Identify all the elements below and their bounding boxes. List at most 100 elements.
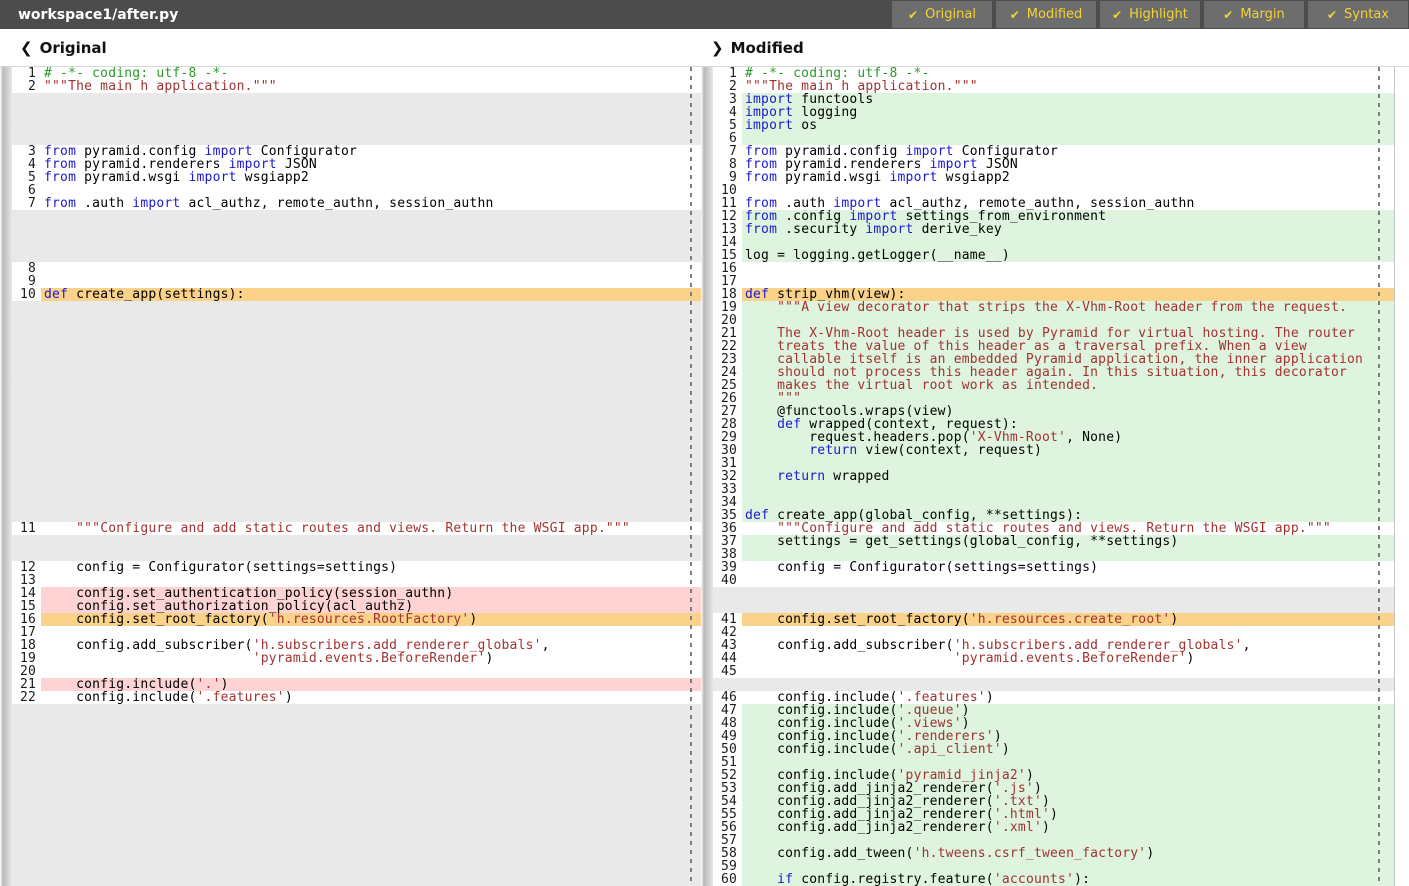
change-map-strip — [0, 67, 12, 886]
code-line[interactable]: 23 callable itself is an embedded Pyrami… — [713, 353, 1394, 366]
code-line[interactable]: 48 config.include('.views') — [713, 717, 1394, 730]
line-text: """A view decorator that strips the X-Vh… — [742, 301, 1394, 314]
code-line[interactable]: 9 — [12, 275, 701, 288]
code-line[interactable]: 15 config.set_authorization_policy(acl_a… — [12, 600, 701, 613]
code-line[interactable]: 22 config.include('.features') — [12, 691, 701, 704]
code-line[interactable]: 3import functools — [713, 93, 1394, 106]
code-line[interactable]: 19 'pyramid.events.BeforeRender') — [12, 652, 701, 665]
code-line[interactable]: 55 config.add_jinja2_renderer('.html') — [713, 808, 1394, 821]
code-line[interactable]: 57 — [713, 834, 1394, 847]
line-number: 7 — [713, 145, 742, 158]
line-number: 6 — [12, 184, 41, 197]
code-line[interactable]: 43 config.add_subscriber('h.subscribers.… — [713, 639, 1394, 652]
code-line[interactable]: 16 — [713, 262, 1394, 275]
code-line[interactable]: 41 config.set_root_factory('h.resources.… — [713, 613, 1394, 626]
code-line[interactable]: 46 config.include('.features') — [713, 691, 1394, 704]
line-text — [742, 184, 1394, 197]
line-text — [742, 275, 1394, 288]
code-line[interactable]: 12 config = Configurator(settings=settin… — [12, 561, 701, 574]
code-line[interactable]: 31 — [713, 457, 1394, 470]
code-line[interactable]: 9from pyramid.wsgi import wsgiapp2 — [713, 171, 1394, 184]
code-rows: 1# -*- coding: utf-8 -*-2"""The main h a… — [713, 67, 1394, 886]
toggle-highlight-button[interactable]: ✔Highlight — [1100, 1, 1200, 28]
code-line[interactable]: 19 """A view decorator that strips the X… — [713, 301, 1394, 314]
code-line[interactable]: 3from pyramid.config import Configurator — [12, 145, 701, 158]
code-line[interactable]: 26 """ — [713, 392, 1394, 405]
line-text — [742, 626, 1394, 639]
code-line[interactable]: 6 — [12, 184, 701, 197]
code-line[interactable]: 2"""The main h application.""" — [12, 80, 701, 93]
code-line[interactable]: 25 makes the virtual root work as intend… — [713, 379, 1394, 392]
code-line[interactable]: 16 config.set_root_factory('h.resources.… — [12, 613, 701, 626]
code-line[interactable]: 6 — [713, 132, 1394, 145]
code-line[interactable]: 17 — [713, 275, 1394, 288]
code-line[interactable]: 58 config.add_tween('h.tweens.csrf_tween… — [713, 847, 1394, 860]
code-line[interactable]: 59 — [713, 860, 1394, 873]
code-line[interactable]: 18 config.add_subscriber('h.subscribers.… — [12, 639, 701, 652]
code-line[interactable]: 56 config.add_jinja2_renderer('.xml') — [713, 821, 1394, 834]
code-line[interactable]: 20 — [12, 665, 701, 678]
code-line[interactable]: 39 config = Configurator(settings=settin… — [713, 561, 1394, 574]
code-line[interactable]: 5import os — [713, 119, 1394, 132]
code-line[interactable]: 14 — [713, 236, 1394, 249]
code-line[interactable]: 49 config.include('.renderers') — [713, 730, 1394, 743]
code-line[interactable]: 7from pyramid.config import Configurator — [713, 145, 1394, 158]
code-line[interactable]: 42 — [713, 626, 1394, 639]
code-line[interactable]: 1# -*- coding: utf-8 -*- — [12, 67, 701, 80]
code-line[interactable]: 53 config.add_jinja2_renderer('.js') — [713, 782, 1394, 795]
code-line[interactable]: 13 — [12, 574, 701, 587]
line-text — [742, 262, 1394, 275]
toggle-modified-button[interactable]: ✔Modified — [996, 1, 1096, 28]
code-line[interactable]: 20 — [713, 314, 1394, 327]
code-line[interactable]: 11from .auth import acl_authz, remote_au… — [713, 197, 1394, 210]
code-line[interactable]: 33 — [713, 483, 1394, 496]
code-line[interactable]: 51 — [713, 756, 1394, 769]
code-line[interactable]: 47 config.include('.queue') — [713, 704, 1394, 717]
toggle-syntax-button[interactable]: ✔Syntax — [1308, 1, 1408, 28]
code-line[interactable]: 11 """Configure and add static routes an… — [12, 522, 701, 535]
code-line[interactable]: 44 'pyramid.events.BeforeRender') — [713, 652, 1394, 665]
code-line[interactable]: 54 config.add_jinja2_renderer('.txt') — [713, 795, 1394, 808]
code-line[interactable]: 18def strip_vhm(view): — [713, 288, 1394, 301]
code-line[interactable]: 45 — [713, 665, 1394, 678]
code-line[interactable]: 8 — [12, 262, 701, 275]
toggle-original-button[interactable]: ✔Original — [892, 1, 992, 28]
code-line[interactable]: 60 if config.registry.feature('accounts'… — [713, 873, 1394, 886]
code-line[interactable]: 4import logging — [713, 106, 1394, 119]
line-text — [41, 184, 701, 197]
code-line[interactable]: 17 — [12, 626, 701, 639]
code-line[interactable]: 28 def wrapped(context, request): — [713, 418, 1394, 431]
code-line[interactable]: 50 config.include('.api_client') — [713, 743, 1394, 756]
line-text — [742, 834, 1394, 847]
code-line[interactable]: 5from pyramid.wsgi import wsgiapp2 — [12, 171, 701, 184]
code-line[interactable]: 29 request.headers.pop('X-Vhm-Root', Non… — [713, 431, 1394, 444]
code-line[interactable]: 2"""The main h application.""" — [713, 80, 1394, 93]
code-line[interactable]: 52 config.include('pyramid_jinja2') — [713, 769, 1394, 782]
code-line[interactable]: 1# -*- coding: utf-8 -*- — [713, 67, 1394, 80]
code-line[interactable]: 21 The X-Vhm-Root header is used by Pyra… — [713, 327, 1394, 340]
code-line[interactable]: 27 @functools.wraps(view) — [713, 405, 1394, 418]
code-line[interactable]: 35def create_app(global_config, **settin… — [713, 509, 1394, 522]
code-line[interactable]: 21 config.include('.') — [12, 678, 701, 691]
code-line[interactable]: 10 — [713, 184, 1394, 197]
code-line[interactable]: 4from pyramid.renderers import JSON — [12, 158, 701, 171]
code-line[interactable]: 7from .auth import acl_authz, remote_aut… — [12, 197, 701, 210]
code-line[interactable]: 24 should not process this header again.… — [713, 366, 1394, 379]
code-line[interactable]: 13from .security import derive_key — [713, 223, 1394, 236]
line-text: def create_app(global_config, **settings… — [742, 509, 1394, 522]
code-line[interactable]: 22 treats the value of this header as a … — [713, 340, 1394, 353]
code-line[interactable]: 12from .config import settings_from_envi… — [713, 210, 1394, 223]
code-line[interactable]: 40 — [713, 574, 1394, 587]
code-line[interactable]: 38 — [713, 548, 1394, 561]
code-line[interactable]: 30 return view(context, request) — [713, 444, 1394, 457]
code-line[interactable]: 37 settings = get_settings(global_config… — [713, 535, 1394, 548]
toggle-margin-button[interactable]: ✔Margin — [1204, 1, 1304, 28]
line-number: 4 — [713, 106, 742, 119]
code-line[interactable]: 14 config.set_authentication_policy(sess… — [12, 587, 701, 600]
code-line[interactable]: 15log = logging.getLogger(__name__) — [713, 249, 1394, 262]
code-line[interactable]: 36 """Configure and add static routes an… — [713, 522, 1394, 535]
code-line[interactable]: 10def create_app(settings): — [12, 288, 701, 301]
code-line[interactable]: 34 — [713, 496, 1394, 509]
code-line[interactable]: 32 return wrapped — [713, 470, 1394, 483]
code-line[interactable]: 8from pyramid.renderers import JSON — [713, 158, 1394, 171]
